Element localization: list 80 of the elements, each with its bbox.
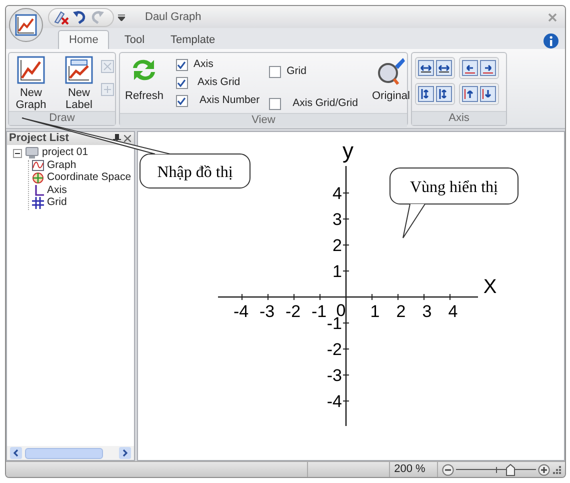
checkbox-label: Grid <box>286 64 306 80</box>
tick-label: 4 <box>448 302 458 321</box>
tick-label: -3 <box>259 302 275 321</box>
checkbox[interactable] <box>176 77 188 89</box>
tick-label: 2 <box>332 236 342 255</box>
tick-label: 3 <box>332 210 342 229</box>
ribbon-button[interactable]: New Graph <box>12 56 50 111</box>
zoom-level: 200 % <box>394 462 426 477</box>
pin-icon[interactable] <box>113 134 121 143</box>
checkbox[interactable] <box>176 59 188 71</box>
graph-icon <box>32 160 44 172</box>
erase-icon[interactable] <box>53 10 69 24</box>
tree-item[interactable]: Coordinate Space <box>47 170 132 186</box>
scrollbar-thumb[interactable] <box>25 448 103 458</box>
tree-item[interactable]: Grid <box>47 195 67 212</box>
close-icon[interactable] <box>124 135 131 142</box>
tick-label: 2 <box>396 302 406 321</box>
axis-icon <box>32 184 44 197</box>
tick-label: -1 <box>311 302 327 321</box>
checkbox-label: Axis Grid <box>198 75 240 90</box>
window-title: Daul Graph <box>145 10 202 25</box>
check-icon <box>177 79 186 87</box>
group-label: Draw <box>9 111 115 125</box>
check-icon <box>177 97 186 105</box>
tick-label: -4 <box>233 302 249 321</box>
checkbox[interactable] <box>268 98 281 110</box>
labeled-chart-icon <box>65 56 93 84</box>
zoom-out-button[interactable] <box>442 464 454 476</box>
checkbox-label: Axis Number <box>200 93 260 108</box>
computer-icon <box>25 147 39 160</box>
tick-label: -4 <box>326 392 342 411</box>
ribbon-tab[interactable]: Template <box>160 30 226 49</box>
tick-label: -3 <box>326 366 342 385</box>
chart-icon <box>15 14 37 36</box>
scroll-left-button[interactable] <box>10 447 22 459</box>
ribbon-button[interactable]: New Label <box>60 56 98 111</box>
refresh-button[interactable]: Refresh <box>123 56 166 102</box>
magnifier-icon <box>376 56 406 86</box>
chart-icon <box>17 56 45 84</box>
axis-tool-button[interactable] <box>418 60 434 76</box>
tick-label: 1 <box>370 302 380 321</box>
axis-label: X <box>483 276 497 298</box>
slider-thumb[interactable] <box>506 464 515 476</box>
axis-tool-button[interactable] <box>436 86 452 102</box>
original-button[interactable]: Original <box>370 56 412 102</box>
callout-text: Vùng hiển thị <box>410 179 498 196</box>
checkbox[interactable] <box>268 66 281 78</box>
group-label: View <box>120 113 407 127</box>
target-icon <box>32 172 44 184</box>
axis-tool-button[interactable] <box>462 60 478 76</box>
callout-text: Nhập đồ thị <box>157 164 233 181</box>
tick-label: 4 <box>332 184 342 203</box>
scroll-right-button[interactable] <box>119 447 131 459</box>
undo-icon[interactable] <box>72 10 87 24</box>
resize-grip-icon[interactable] <box>552 465 561 474</box>
tick-label: 1 <box>332 262 342 281</box>
checkbox-label: Axis Grid/Grid <box>292 96 358 112</box>
tick-label: 3 <box>422 302 432 321</box>
group-label: Axis <box>412 111 506 125</box>
tick-label: -2 <box>326 340 342 359</box>
zoom-in-button[interactable] <box>538 464 550 476</box>
checkbox-label: Axis <box>194 57 214 72</box>
info-icon[interactable] <box>543 33 559 49</box>
collapse-toggle-icon[interactable] <box>13 148 22 158</box>
axis-tool-button[interactable] <box>436 60 452 76</box>
zoom-slider[interactable] <box>456 464 536 476</box>
ribbon-tab[interactable]: Home <box>58 30 110 49</box>
tick-label: -2 <box>285 302 301 321</box>
axis-tool-button[interactable] <box>480 60 496 76</box>
ribbon-tab[interactable]: Tool <box>113 30 156 49</box>
axis-tool-button[interactable] <box>462 86 478 102</box>
grid-icon <box>32 197 44 210</box>
tree-item[interactable]: project 01 <box>42 145 88 162</box>
dropdown-icon[interactable] <box>118 14 125 20</box>
axis-tool-button[interactable] <box>418 86 434 102</box>
axis-label: y <box>342 138 354 163</box>
panel-title: Project List <box>9 131 69 146</box>
checkbox[interactable] <box>176 95 188 107</box>
axis-tool-button[interactable] <box>480 86 496 102</box>
check-icon <box>177 61 186 69</box>
